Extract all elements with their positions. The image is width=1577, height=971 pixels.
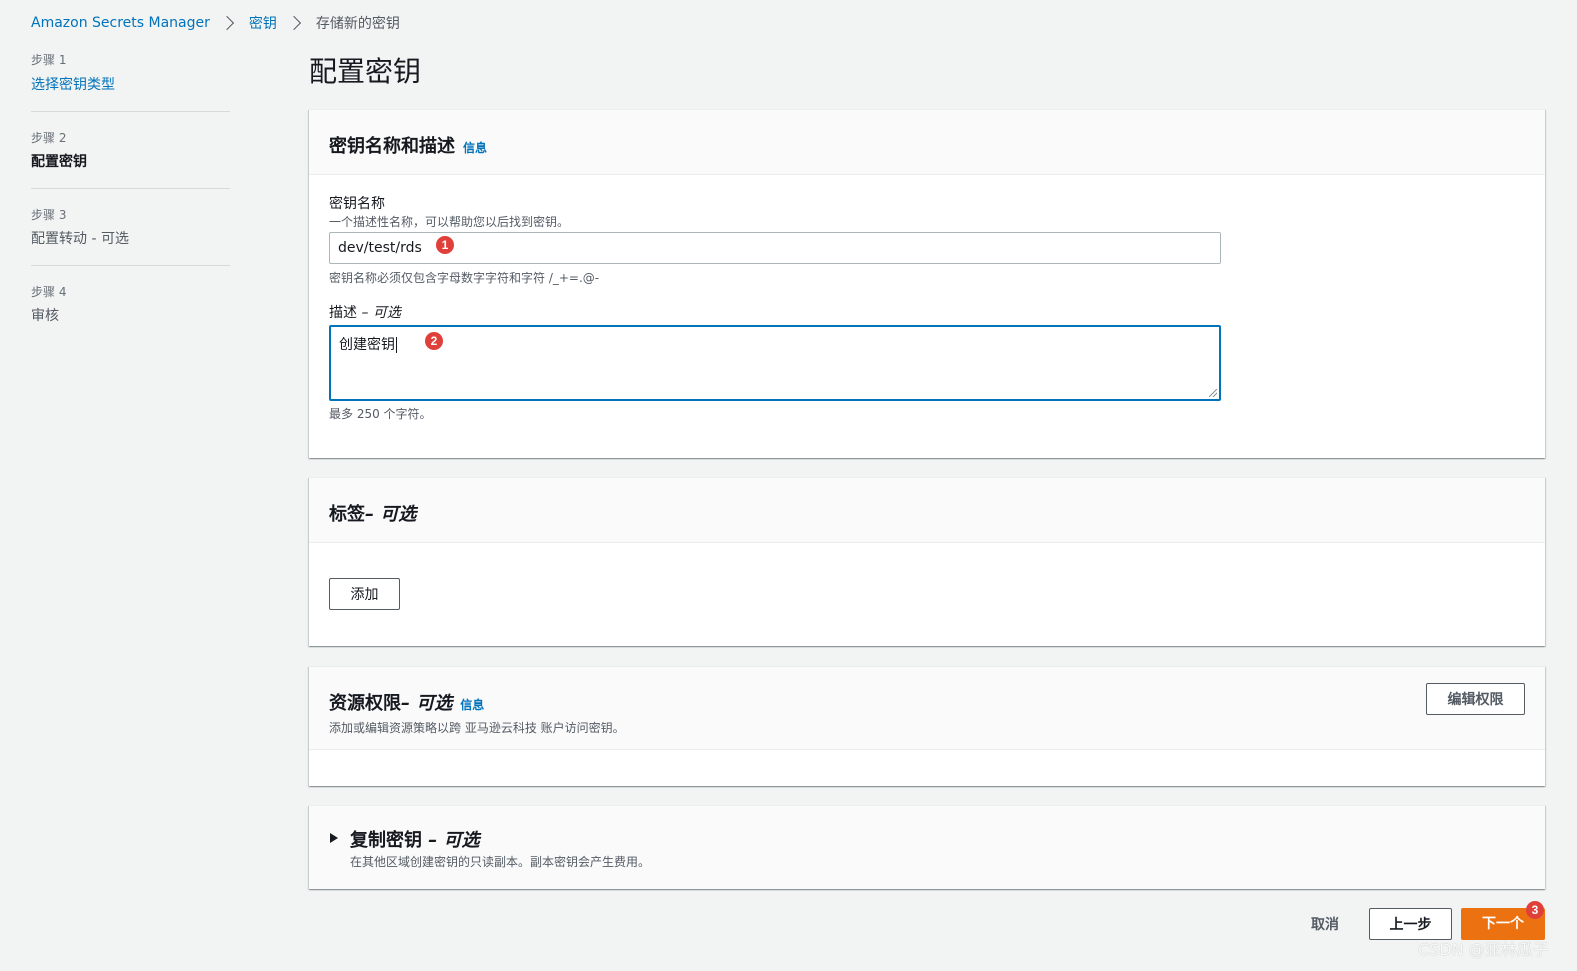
- tags-panel: 标签 – 可选 添加: [309, 477, 1545, 646]
- annotation-badge-3: 3: [1526, 901, 1544, 919]
- caret-right-icon[interactable]: [330, 833, 338, 843]
- panel-title-text: 标签: [329, 504, 365, 525]
- optional-text: – 可选: [422, 830, 480, 851]
- panel-header: 标签 – 可选: [309, 478, 1545, 543]
- breadcrumb-secrets-manager[interactable]: Amazon Secrets Manager: [31, 15, 210, 31]
- add-tag-button[interactable]: 添加: [329, 578, 400, 610]
- optional-text: – 可选: [401, 693, 453, 714]
- breadcrumb-secrets[interactable]: 密钥: [249, 13, 277, 33]
- panel-subtitle: 在其他区域创建密钥的只读副本。副本密钥会产生费用。: [350, 855, 651, 869]
- step-number: 步骤 2: [31, 131, 67, 145]
- breadcrumb: Amazon Secrets Manager 密钥 存储新的密钥: [31, 13, 400, 33]
- step-link-select-type[interactable]: 选择密钥类型: [31, 77, 115, 93]
- step-label-configure-secret: 配置密钥: [31, 154, 87, 170]
- watermark: CSDN @亚林瓜子: [1418, 940, 1549, 959]
- panel-title-text: 复制密钥: [350, 830, 422, 851]
- panel-title: 资源权限 – 可选 信息: [329, 667, 1525, 715]
- description-value: 创建密钥: [339, 337, 395, 353]
- secret-name-label: 密钥名称: [329, 196, 385, 212]
- info-link[interactable]: 信息: [460, 696, 484, 713]
- step-number: 步骤 1: [31, 53, 67, 67]
- optional-text: – 可选: [357, 305, 401, 321]
- panel-title-text: 资源权限: [329, 693, 401, 714]
- secret-name-constraint: 密钥名称必须仅包含字母数字字符和字符 /_+=.@-: [329, 271, 600, 285]
- step-number: 步骤 4: [31, 285, 67, 299]
- breadcrumb-current: 存储新的密钥: [315, 16, 400, 32]
- step-1: 步骤 1 选择密钥类型: [31, 52, 230, 112]
- optional-text: – 可选: [365, 504, 417, 525]
- wizard-steps: 步骤 1 选择密钥类型 步骤 2 配置密钥 步骤 3 配置转动 - 可选 步骤 …: [31, 52, 230, 360]
- text-caret: [396, 337, 397, 353]
- resize-handle-icon[interactable]: [1209, 389, 1217, 397]
- chevron-right-icon: [219, 15, 234, 31]
- step-2: 步骤 2 配置密钥: [31, 130, 230, 189]
- replicate-secret-panel[interactable]: 复制密钥 – 可选 在其他区域创建密钥的只读副本。副本密钥会产生费用。: [309, 805, 1545, 889]
- annotation-badge-2: 2: [425, 332, 443, 350]
- step-4: 步骤 4 审核: [31, 284, 230, 342]
- panel-title[interactable]: 复制密钥 – 可选: [350, 826, 480, 852]
- step-number: 步骤 3: [31, 208, 67, 222]
- panel-title: 密钥名称和描述 信息: [329, 110, 1525, 158]
- secret-name-panel: 密钥名称和描述 信息 密钥名称 一个描述性名称，可以帮助您以后找到密钥。 dev…: [309, 109, 1545, 458]
- resource-permissions-panel: 资源权限 – 可选 信息 添加或编辑资源策略以跨 亚马逊云科技 账户访问密钥。 …: [309, 666, 1545, 786]
- step-3: 步骤 3 配置转动 - 可选: [31, 207, 230, 266]
- info-link[interactable]: 信息: [463, 139, 487, 156]
- step-label-review: 审核: [31, 308, 59, 324]
- description-constraint: 最多 250 个字符。: [329, 407, 432, 421]
- panel-header: 密钥名称和描述 信息: [309, 110, 1545, 175]
- secret-name-value: dev/test/rds: [338, 240, 422, 256]
- panel-title: 标签 – 可选: [329, 478, 1525, 526]
- chevron-right-icon: [286, 15, 301, 31]
- secret-name-input[interactable]: dev/test/rds: [329, 232, 1221, 264]
- description-label: 描述 – 可选: [329, 302, 401, 322]
- cancel-button[interactable]: 取消: [1311, 914, 1339, 934]
- page-title: 配置密钥: [309, 55, 422, 88]
- panel-subtitle: 添加或编辑资源策略以跨 亚马逊云科技 账户访问密钥。: [329, 721, 625, 735]
- panel-title-text: 密钥名称和描述: [329, 136, 455, 157]
- description-label-text: 描述: [329, 305, 357, 321]
- step-label-rotation: 配置转动 - 可选: [31, 231, 129, 247]
- edit-permissions-button[interactable]: 编辑权限: [1426, 683, 1525, 715]
- secret-name-description: 一个描述性名称，可以帮助您以后找到密钥。: [329, 215, 570, 229]
- annotation-badge-1: 1: [436, 236, 454, 254]
- panel-header: 资源权限 – 可选 信息 添加或编辑资源策略以跨 亚马逊云科技 账户访问密钥。 …: [309, 667, 1545, 750]
- description-textarea[interactable]: 创建密钥: [329, 325, 1221, 401]
